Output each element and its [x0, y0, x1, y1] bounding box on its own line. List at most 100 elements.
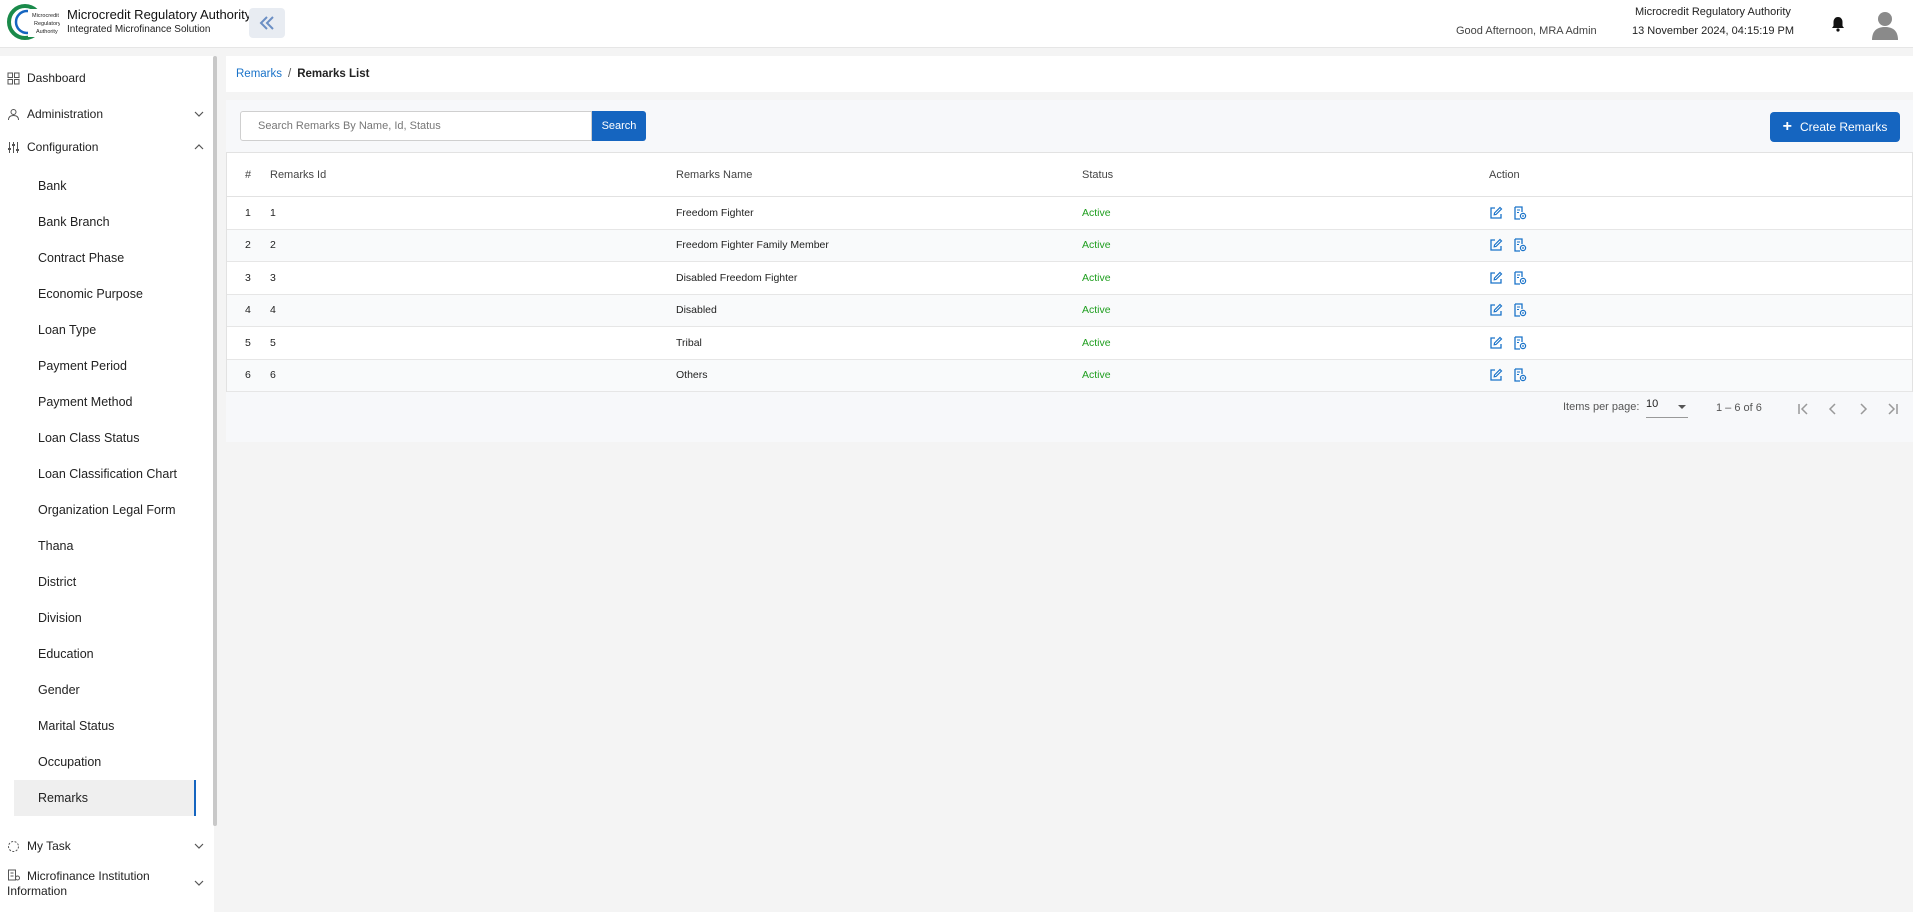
create-remarks-label: Create Remarks: [1799, 120, 1888, 134]
view-details-icon[interactable]: [1513, 238, 1527, 252]
sidebar-item-bank[interactable]: Bank: [14, 168, 196, 204]
remarks-table: # Remarks Id Remarks Name Status Action …: [226, 152, 1913, 392]
row-index: 5: [245, 336, 251, 349]
view-details-icon[interactable]: [1513, 271, 1527, 285]
dropdown-caret-icon: [1678, 405, 1686, 409]
edit-icon[interactable]: [1489, 206, 1503, 220]
edit-icon[interactable]: [1489, 336, 1503, 350]
row-actions: [1489, 368, 1527, 382]
dashboard-grid-icon: [7, 72, 20, 84]
sidebar-item-label: Microfinance Institution: [27, 869, 150, 883]
create-remarks-button[interactable]: + Create Remarks: [1770, 112, 1900, 142]
sidebar-item-occupation[interactable]: Occupation: [14, 744, 196, 780]
sidebar-item-administration[interactable]: Administration: [0, 100, 214, 128]
sidebar-item-label: My Task: [27, 839, 71, 853]
row-remarks-id: 1: [270, 206, 276, 219]
sidebar-item-payment-period[interactable]: Payment Period: [14, 348, 196, 384]
table-header: # Remarks Id Remarks Name Status Action: [227, 153, 1912, 197]
breadcrumb-current: Remarks List: [297, 68, 370, 80]
sidebar-item-microfinance-institution[interactable]: Microfinance Institution Information: [0, 864, 214, 904]
sidebar-item-contract-phase[interactable]: Contract Phase: [14, 240, 196, 276]
first-page-icon[interactable]: [1794, 400, 1812, 418]
sidebar-item-economic-purpose[interactable]: Economic Purpose: [14, 276, 196, 312]
items-per-page-select[interactable]: 10: [1646, 398, 1688, 418]
view-details-icon[interactable]: [1513, 368, 1527, 382]
edit-icon[interactable]: [1489, 271, 1503, 285]
sidebar-item-thana[interactable]: Thana: [14, 528, 196, 564]
sidebar-item-my-task[interactable]: My Task: [0, 832, 214, 860]
row-status: Active: [1082, 369, 1111, 382]
row-status: Active: [1082, 271, 1111, 284]
app-title: Microcredit Regulatory Authority: [67, 7, 252, 22]
breadcrumb-link-remarks[interactable]: Remarks: [236, 68, 282, 80]
sidebar: Dashboard Administration Configuration B…: [0, 56, 214, 912]
breadcrumb-separator: /: [288, 68, 292, 80]
row-remarks-id: 5: [270, 336, 276, 349]
view-details-icon[interactable]: [1513, 303, 1527, 317]
next-page-icon[interactable]: [1854, 400, 1872, 418]
notification-bell-icon[interactable]: [1829, 15, 1847, 33]
row-remarks-name: Freedom Fighter Family Member: [676, 239, 829, 252]
sidebar-collapse-button[interactable]: [249, 8, 285, 38]
sidebar-item-organization-legal-form[interactable]: Organization Legal Form: [14, 492, 196, 528]
institution-building-icon: [8, 869, 20, 881]
search-button[interactable]: Search: [592, 111, 646, 141]
chevron-down-icon: [194, 843, 204, 849]
sidebar-item-remarks[interactable]: Remarks: [14, 780, 196, 816]
row-remarks-id: 3: [270, 271, 276, 284]
row-index: 6: [245, 369, 251, 382]
user-avatar-icon[interactable]: [1871, 10, 1899, 40]
sidebar-item-payment-method[interactable]: Payment Method: [14, 384, 196, 420]
row-index: 3: [245, 271, 251, 284]
col-header-status: Status: [1082, 168, 1114, 181]
sidebar-item-loan-class-status[interactable]: Loan Class Status: [14, 420, 196, 456]
view-details-icon[interactable]: [1513, 206, 1527, 220]
row-remarks-id: 2: [270, 239, 276, 252]
sidebar-item-marital-status[interactable]: Marital Status: [14, 708, 196, 744]
settings-sliders-icon: [8, 141, 19, 153]
sidebar-item-loan-classification-chart[interactable]: Loan Classification Chart: [14, 456, 196, 492]
search-input[interactable]: [240, 111, 592, 141]
task-circle-icon: [8, 840, 19, 852]
col-header-remarks-id: Remarks Id: [270, 168, 327, 181]
sidebar-item-dashboard[interactable]: Dashboard: [0, 64, 214, 92]
sidebar-item-education[interactable]: Education: [14, 636, 196, 672]
sidebar-item-district[interactable]: District: [14, 564, 196, 600]
svg-text:Regulatory: Regulatory: [34, 21, 60, 27]
table-row: 6 6 Others Active: [227, 359, 1912, 392]
sidebar-item-division[interactable]: Division: [14, 600, 196, 636]
double-chevron-left-icon: [259, 16, 274, 30]
edit-icon[interactable]: [1489, 368, 1503, 382]
sidebar-scrollbar[interactable]: [213, 56, 217, 826]
view-details-icon[interactable]: [1513, 336, 1527, 350]
row-remarks-name: Disabled Freedom Fighter: [676, 271, 798, 284]
col-header-remarks-name: Remarks Name: [676, 168, 753, 181]
mra-logo: Microcredit Regulatory Authority: [7, 4, 60, 40]
sidebar-item-bank-branch[interactable]: Bank Branch: [14, 204, 196, 240]
remarks-list-panel: Search + Create Remarks # Remarks Id Rem…: [226, 100, 1913, 442]
breadcrumb: Remarks / Remarks List: [226, 56, 1913, 92]
col-header-index: #: [245, 168, 252, 181]
row-actions: [1489, 238, 1527, 252]
svg-text:Microcredit: Microcredit: [32, 13, 59, 19]
chevron-up-icon: [194, 144, 204, 150]
last-page-icon[interactable]: [1884, 400, 1902, 418]
items-per-page-value: 10: [1646, 398, 1659, 410]
sidebar-item-label: Dashboard: [27, 71, 86, 85]
sidebar-item-gender[interactable]: Gender: [14, 672, 196, 708]
edit-icon[interactable]: [1489, 303, 1503, 317]
row-actions: [1489, 303, 1527, 317]
sidebar-item-loan-type[interactable]: Loan Type: [14, 312, 196, 348]
row-actions: [1489, 336, 1527, 350]
row-actions: [1489, 206, 1527, 220]
col-header-action: Action: [1489, 168, 1520, 181]
row-index: 4: [245, 304, 251, 317]
edit-icon[interactable]: [1489, 238, 1503, 252]
greeting-text: Good Afternoon, MRA Admin: [1456, 25, 1597, 37]
row-status: Active: [1082, 239, 1111, 252]
sidebar-item-configuration[interactable]: Configuration: [0, 133, 214, 161]
plus-icon: +: [1782, 118, 1792, 135]
current-datetime: 13 November 2024, 04:15:19 PM: [1632, 25, 1795, 37]
items-per-page-label: Items per page:: [1563, 401, 1640, 413]
previous-page-icon[interactable]: [1824, 400, 1842, 418]
